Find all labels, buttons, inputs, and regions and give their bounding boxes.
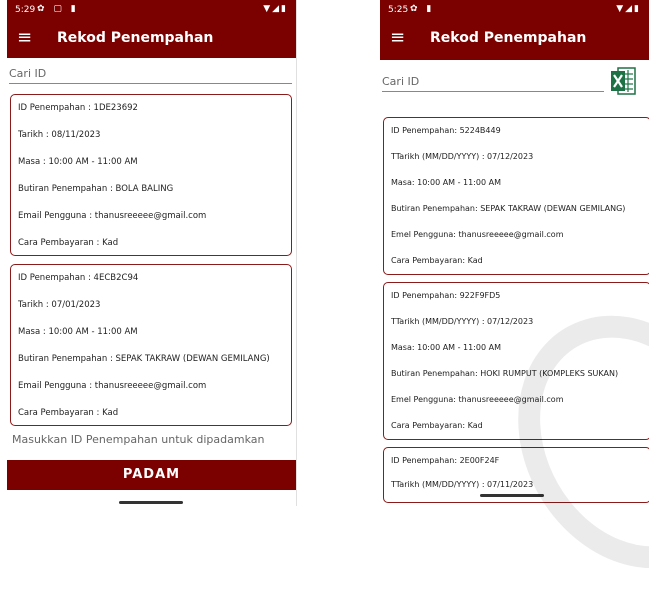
booking-email: Emel Pengguna: thanusreeeee@gmail.com xyxy=(391,230,564,239)
status-signal-battery-icons: ▼◢▮ xyxy=(263,4,288,14)
booking-id: ID Penempahan : 4ECB2C94 xyxy=(18,273,139,283)
booking-card[interactable]: ID Penempahan : 1DE23692 Tarikh : 08/11/… xyxy=(10,94,292,256)
page-title: Rekod Penempahan xyxy=(430,30,587,46)
booking-payment: Cara Pembayaran: Kad xyxy=(391,256,483,265)
booking-id: ID Penempahan: 922F9FD5 xyxy=(391,291,501,300)
booking-email: Email Pengguna : thanusreeeee@gmail.com xyxy=(18,211,207,221)
status-bar: 5:29 ✿ ▢ ▮ ▼◢▮ xyxy=(7,0,296,20)
app-bar: ≡ Rekod Penempahan xyxy=(380,20,649,60)
booking-payment: Cara Pembayaran: Kad xyxy=(391,421,483,430)
booking-date: TTarikh (MM/DD/YYYY) : 07/11/2023 xyxy=(391,480,534,489)
booking-details: Butiran Penempahan : SEPAK TAKRAW (DEWAN… xyxy=(18,354,270,364)
search-input[interactable]: Cari ID xyxy=(9,64,292,84)
booking-date: Tarikh : 07/01/2023 xyxy=(18,300,101,310)
booking-payment: Cara Pembayaran : Kad xyxy=(18,408,119,418)
phone-screen-left: 5:29 ✿ ▢ ▮ ▼◢▮ ≡ Rekod Penempahan Cari I… xyxy=(7,0,297,506)
booking-time: Masa: 10:00 AM - 11:00 AM xyxy=(391,343,502,352)
gesture-nav-bar[interactable] xyxy=(119,501,183,504)
booking-date: TTarikh (MM/DD/YYYY) : 07/12/2023 xyxy=(391,152,534,161)
gesture-nav-bar[interactable] xyxy=(480,494,544,497)
booking-date: Tarikh : 08/11/2023 xyxy=(18,130,101,140)
booking-time: Masa : 10:00 AM - 11:00 AM xyxy=(18,327,138,337)
booking-details: Butiran Penempahan : BOLA BALING xyxy=(18,184,174,194)
booking-email: Email Pengguna : thanusreeeee@gmail.com xyxy=(18,381,207,391)
status-bar: 5:25 ✿ ▮ ▼◢▮ xyxy=(380,0,649,20)
menu-icon[interactable]: ≡ xyxy=(390,29,405,47)
status-time: 5:29 xyxy=(15,5,36,15)
status-notification-icons: ✿ ▢ ▮ xyxy=(37,4,79,14)
page-title: Rekod Penempahan xyxy=(57,30,214,46)
delete-button[interactable]: PADAM xyxy=(7,460,296,490)
booking-payment: Cara Pembayaran : Kad xyxy=(18,238,119,248)
booking-time: Masa: 10:00 AM - 11:00 AM xyxy=(391,178,502,187)
status-time: 5:25 xyxy=(388,5,409,15)
delete-id-input[interactable]: Masukkan ID Penempahan untuk dipadamkan xyxy=(12,433,264,446)
status-notification-icons: ✿ ▮ xyxy=(410,4,435,14)
booking-card[interactable]: ID Penempahan : 4ECB2C94 Tarikh : 07/01/… xyxy=(10,264,292,426)
booking-time: Masa : 10:00 AM - 11:00 AM xyxy=(18,157,138,167)
booking-date: TTarikh (MM/DD/YYYY) : 07/12/2023 xyxy=(391,317,534,326)
excel-icon[interactable] xyxy=(610,66,636,96)
booking-id: ID Penempahan : 1DE23692 xyxy=(18,103,138,113)
booking-card[interactable]: ID Penempahan: 5224B449 TTarikh (MM/DD/Y… xyxy=(383,117,649,275)
app-bar: ≡ Rekod Penempahan xyxy=(7,20,296,58)
booking-id: ID Penempahan: 2E00F24F xyxy=(391,456,500,465)
menu-icon[interactable]: ≡ xyxy=(17,29,32,47)
booking-details: Butiran Penempahan: SEPAK TAKRAW (DEWAN … xyxy=(391,204,626,213)
booking-id: ID Penempahan: 5224B449 xyxy=(391,126,501,135)
status-signal-battery-icons: ▼◢▮ xyxy=(616,4,641,14)
search-input[interactable]: Cari ID xyxy=(382,72,604,92)
